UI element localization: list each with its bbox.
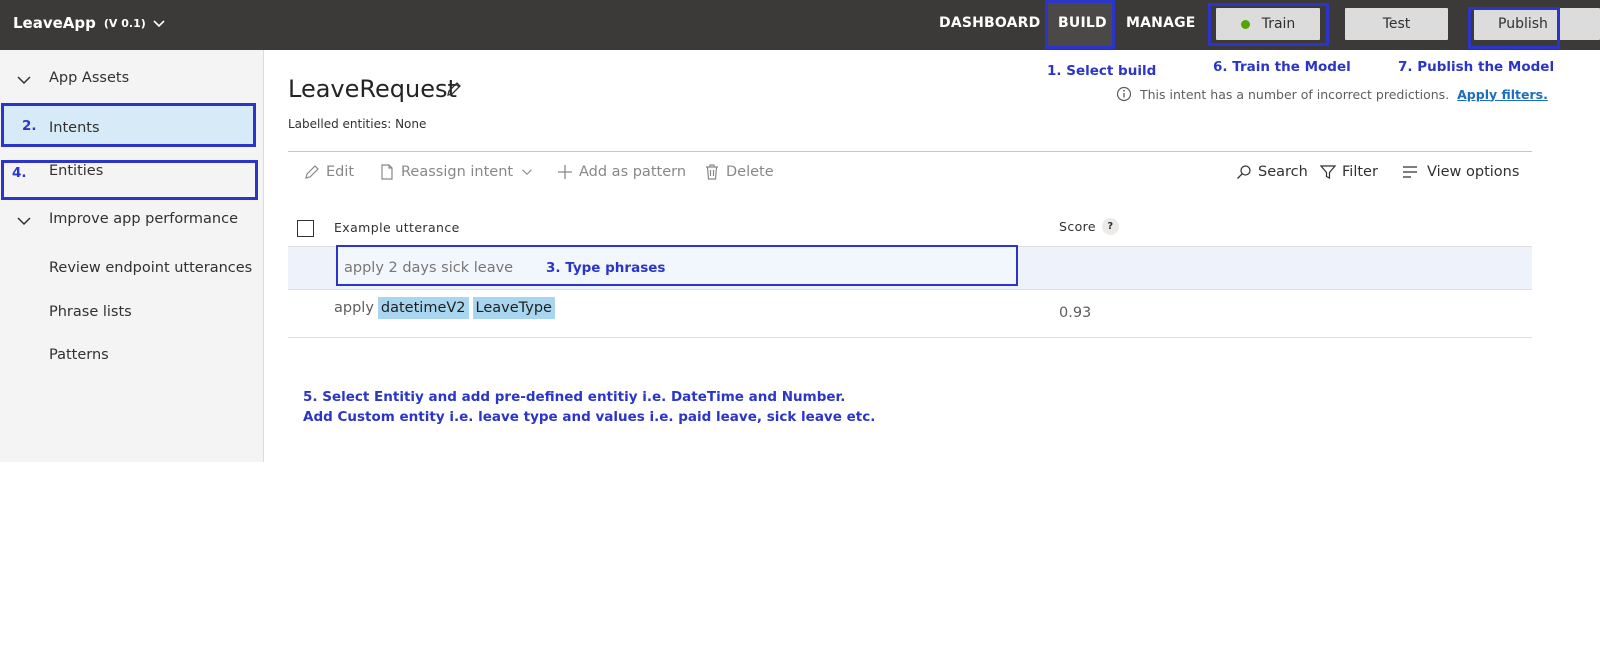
search-label: Search [1258,164,1308,180]
delete-command[interactable]: Delete [704,164,774,180]
annotation-step5-line2: Add Custom entity i.e. leave type and va… [303,409,876,425]
annotation-box-train [1208,3,1329,46]
sidebar-group-label: Improve app performance [49,211,238,227]
entity-chip-datetime[interactable]: datetimeV2 [377,297,469,319]
nav-dashboard[interactable]: DASHBOARD [939,15,1041,31]
plus-icon [558,165,572,179]
add-as-pattern-command[interactable]: Add as pattern [557,164,686,180]
sidebar-group-label: App Assets [49,70,130,86]
sidebar-item-label: Patterns [49,347,109,363]
trash-icon [706,164,718,180]
edit-command[interactable]: Edit [304,164,354,180]
divider [288,151,1532,152]
chevron-down-icon [153,20,165,28]
divider [288,337,1532,338]
filter-icon [1320,165,1336,179]
pencil-icon[interactable] [445,80,463,98]
column-header-score[interactable]: Score ? [1059,218,1120,235]
annotation-step5-line1: 5. Select Entitiy and add pre-defined en… [303,389,846,405]
select-all-checkbox[interactable] [297,220,314,237]
top-bar: LeaveApp (V 0.1) DASHBOARD BUILD MANAGE … [0,0,1600,50]
chevron-down-icon [522,169,532,176]
add-pattern-label: Add as pattern [579,164,687,180]
app-name: LeaveApp [13,14,96,32]
utterance-text: apply [334,300,374,316]
page-title: LeaveRequest [288,75,457,103]
filter-label: Filter [1342,164,1378,180]
filter-command[interactable]: Filter [1320,164,1378,180]
annotation-box-entities [1,160,258,200]
help-icon[interactable]: ? [1102,218,1120,235]
score-value: 0.93 [1059,305,1092,321]
test-button[interactable]: Test [1345,8,1448,40]
info-icon [1116,86,1132,102]
pencil-icon [305,165,319,179]
annotation-step1: 1. Select build [1047,63,1157,79]
reassign-label: Reassign intent [401,164,514,180]
sidebar-item-label: Phrase lists [49,304,132,320]
apply-filters-link[interactable]: Apply filters. [1457,87,1548,102]
nav-manage[interactable]: MANAGE [1126,15,1196,31]
info-message: This intent has a number of incorrect pr… [1116,86,1548,102]
divider [288,289,1532,290]
score-header-label: Score [1059,219,1097,234]
annotation-box-intents [1,103,256,147]
chevron-down-icon [17,217,31,226]
info-text: This intent has a number of incorrect pr… [1140,86,1450,102]
labelled-entities: Labelled entities: None [288,117,427,131]
annotation-box-publish [1468,7,1560,49]
view-options-icon [1403,166,1417,178]
annotation-step6: 6. Train the Model [1213,59,1351,75]
search-icon [1237,165,1251,179]
entity-chip-leavetype[interactable]: LeaveType [472,297,555,319]
column-header-utterance[interactable]: Example utterance [334,220,460,235]
reassign-intent-command[interactable]: Reassign intent [379,164,533,180]
annotation-step7: 7. Publish the Model [1398,59,1555,75]
view-options-command[interactable]: View options [1402,164,1519,180]
edit-label: Edit [326,164,355,180]
test-label: Test [1382,16,1411,32]
annotation-step3: 3. Type phrases [546,260,666,276]
annotation-box-build [1045,0,1115,49]
app-version: (V 0.1) [103,16,146,30]
search-command[interactable]: Search [1236,164,1308,180]
delete-label: Delete [726,164,774,180]
table-row[interactable]: apply datetimeV2 LeaveType [334,297,555,319]
document-icon [381,164,393,180]
view-options-label: View options [1427,164,1520,180]
app-switcher[interactable]: LeaveApp (V 0.1) [13,14,166,32]
chevron-down-icon [17,76,31,85]
utterance-input-value: apply 2 days sick leave [344,260,514,276]
sidebar-item-label: Review endpoint utterances [49,260,253,276]
